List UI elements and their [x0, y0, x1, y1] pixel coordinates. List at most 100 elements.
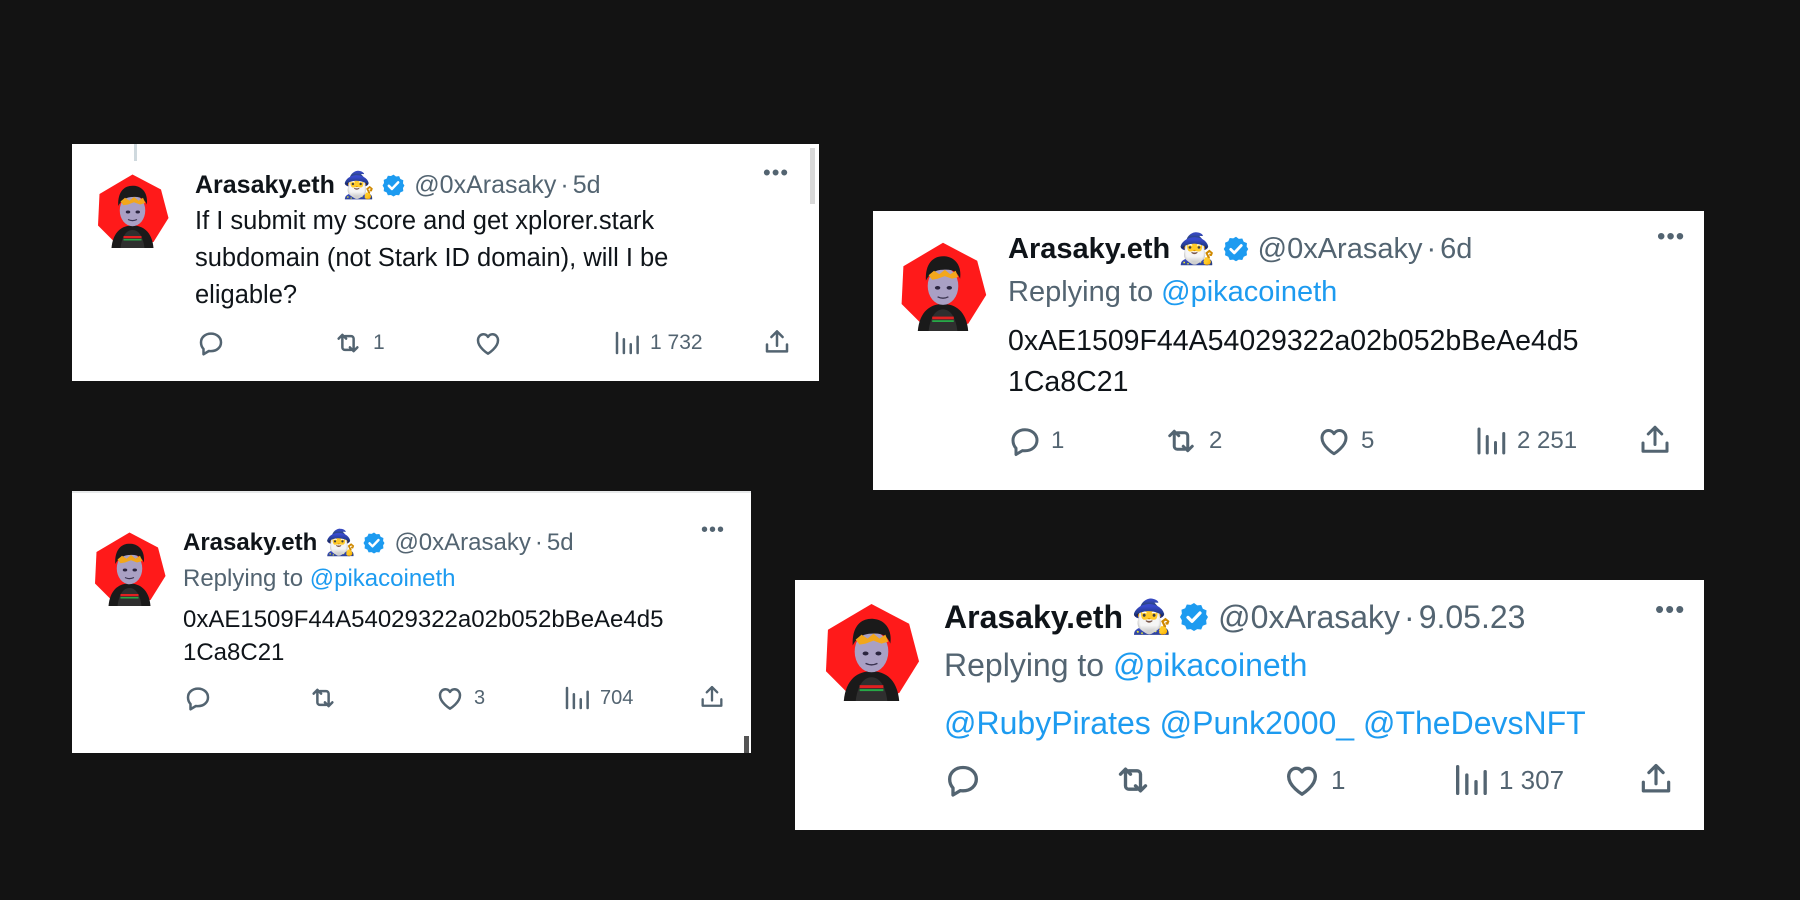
tweet-text-line-1: 0xAE1509F44A54029322a02b052bBeAe4d5	[183, 606, 664, 633]
like-button[interactable]	[472, 328, 504, 358]
like-button[interactable]: 3	[434, 683, 485, 713]
reply-button[interactable]	[183, 683, 213, 713]
views-button[interactable]: 704	[562, 683, 633, 713]
avatar[interactable]	[92, 531, 167, 606]
views-icon	[562, 683, 592, 713]
like-count: 3	[474, 686, 486, 709]
retweet-button[interactable]: 2	[1161, 423, 1222, 459]
user-handle[interactable]: @0xArasaky	[414, 171, 556, 200]
thread-line	[134, 144, 137, 161]
tweet-card-4[interactable]: Arasaky.eth 🧙‍♂️ @0xArasaky · 9.05.23 Re…	[795, 580, 1704, 830]
reply-icon	[196, 328, 226, 358]
display-name[interactable]: Arasaky.eth	[183, 529, 317, 557]
verified-badge-icon	[362, 531, 386, 555]
views-button[interactable]: 1 307	[1451, 760, 1564, 800]
like-count: 1	[1331, 764, 1346, 795]
timestamp[interactable]: 5d	[547, 529, 574, 557]
avatar[interactable]	[822, 602, 921, 701]
replying-to-mention[interactable]: @pikacoineth	[310, 565, 456, 592]
user-handle[interactable]: @0xArasaky	[1218, 599, 1400, 636]
tweet-mentions-text[interactable]: @RubyPirates @Punk2000_ @TheDevsNFT	[944, 700, 1684, 746]
display-name[interactable]: Arasaky.eth	[944, 599, 1123, 636]
verified-badge-icon	[1178, 601, 1210, 633]
wizard-emoji-icon: 🧙‍♂️	[1178, 232, 1216, 266]
tweet-card-2[interactable]: Arasaky.eth 🧙‍♂️ @0xArasaky · 6d Replyin…	[873, 211, 1704, 490]
separator-dot: ·	[534, 529, 543, 556]
tweet-card-3[interactable]: Arasaky.eth 🧙‍♂️ @0xArasaky · 5d Replyin…	[72, 491, 751, 753]
replying-to-line: Replying to @pikacoineth	[183, 561, 733, 597]
views-button[interactable]: 1 732	[612, 328, 703, 358]
share-icon	[762, 326, 792, 358]
verified-badge-icon	[1222, 235, 1250, 263]
tweet-card-1[interactable]: Arasaky.eth 🧙‍♂️ @0xArasaky · 5d If I su…	[72, 144, 819, 381]
reply-button[interactable]: 1	[1007, 423, 1064, 459]
timestamp[interactable]: 5d	[573, 171, 601, 200]
views-count: 704	[600, 686, 634, 709]
share-button[interactable]	[1637, 758, 1675, 800]
separator-dot: ·	[560, 170, 569, 199]
more-options-icon[interactable]: •••	[763, 160, 789, 186]
avatar[interactable]	[95, 173, 170, 248]
timestamp[interactable]: 9.05.23	[1419, 599, 1526, 636]
top-border	[72, 491, 751, 493]
display-name[interactable]: Arasaky.eth	[195, 171, 335, 200]
user-handle[interactable]: @0xArasaky	[394, 529, 530, 557]
retweet-button[interactable]: 1	[331, 328, 385, 358]
reply-button[interactable]	[196, 328, 226, 358]
share-button[interactable]	[762, 326, 792, 358]
tweet-text: 0xAE1509F44A54029322a02b052bBeAe4d5 1Ca8…	[183, 603, 733, 669]
share-icon	[698, 681, 726, 713]
tweet-text-line-1: 0xAE1509F44A54029322a02b052bBeAe4d5	[1008, 325, 1579, 357]
like-icon	[1315, 423, 1353, 459]
avatar[interactable]	[898, 241, 988, 331]
scrollbar[interactable]	[744, 736, 749, 753]
like-button[interactable]: 5	[1315, 423, 1374, 459]
views-icon	[612, 328, 642, 358]
reply-count: 1	[1051, 427, 1065, 454]
views-count: 1 732	[650, 331, 703, 354]
replying-to-mention[interactable]: @pikacoineth	[1113, 647, 1307, 683]
tweet-text-line-2: 1Ca8C21	[1008, 366, 1129, 398]
timestamp[interactable]: 6d	[1440, 233, 1472, 266]
scrollbar[interactable]	[810, 148, 815, 204]
retweet-icon	[1161, 423, 1201, 459]
more-options-icon[interactable]: •••	[1657, 223, 1685, 251]
views-icon	[1473, 423, 1509, 459]
reply-button[interactable]	[943, 760, 983, 800]
like-icon	[472, 328, 504, 358]
views-button[interactable]: 2 251	[1473, 423, 1577, 459]
replying-to-label: Replying to	[183, 565, 310, 592]
retweet-button[interactable]	[306, 683, 340, 713]
wizard-emoji-icon: 🧙‍♂️	[1131, 597, 1173, 635]
tweet-text: 0xAE1509F44A54029322a02b052bBeAe4d5 1Ca8…	[1008, 321, 1668, 403]
separator-dot: ·	[1426, 232, 1437, 265]
share-button[interactable]	[698, 681, 726, 713]
views-count: 2 251	[1517, 427, 1578, 454]
reply-icon	[943, 760, 983, 800]
like-icon	[1281, 760, 1323, 800]
reply-icon	[1007, 423, 1043, 459]
display-name[interactable]: Arasaky.eth	[1008, 233, 1170, 266]
views-icon	[1451, 760, 1491, 800]
like-count: 5	[1361, 427, 1375, 454]
replying-to-label: Replying to	[944, 647, 1113, 683]
replying-to-label: Replying to	[1008, 276, 1162, 308]
retweet-count: 1	[373, 331, 385, 354]
retweet-count: 2	[1209, 427, 1223, 454]
share-icon	[1637, 758, 1675, 800]
retweet-button[interactable]	[1111, 760, 1155, 800]
tweet-text: If I submit my score and get xplorer.sta…	[195, 207, 669, 309]
views-count: 1 307	[1499, 764, 1565, 795]
like-icon	[434, 683, 466, 713]
reply-icon	[183, 683, 213, 713]
replying-to-line: Replying to @pikacoineth	[1008, 271, 1668, 313]
separator-dot: ·	[1404, 598, 1415, 635]
replying-to-mention[interactable]: @pikacoineth	[1161, 276, 1337, 308]
more-options-icon[interactable]: •••	[701, 519, 725, 542]
replying-to-line: Replying to @pikacoineth	[944, 642, 1684, 688]
retweet-icon	[306, 683, 340, 713]
more-options-icon[interactable]: •••	[1655, 594, 1685, 625]
share-button[interactable]	[1637, 421, 1673, 459]
like-button[interactable]: 1	[1281, 760, 1345, 800]
user-handle[interactable]: @0xArasaky	[1258, 233, 1423, 266]
